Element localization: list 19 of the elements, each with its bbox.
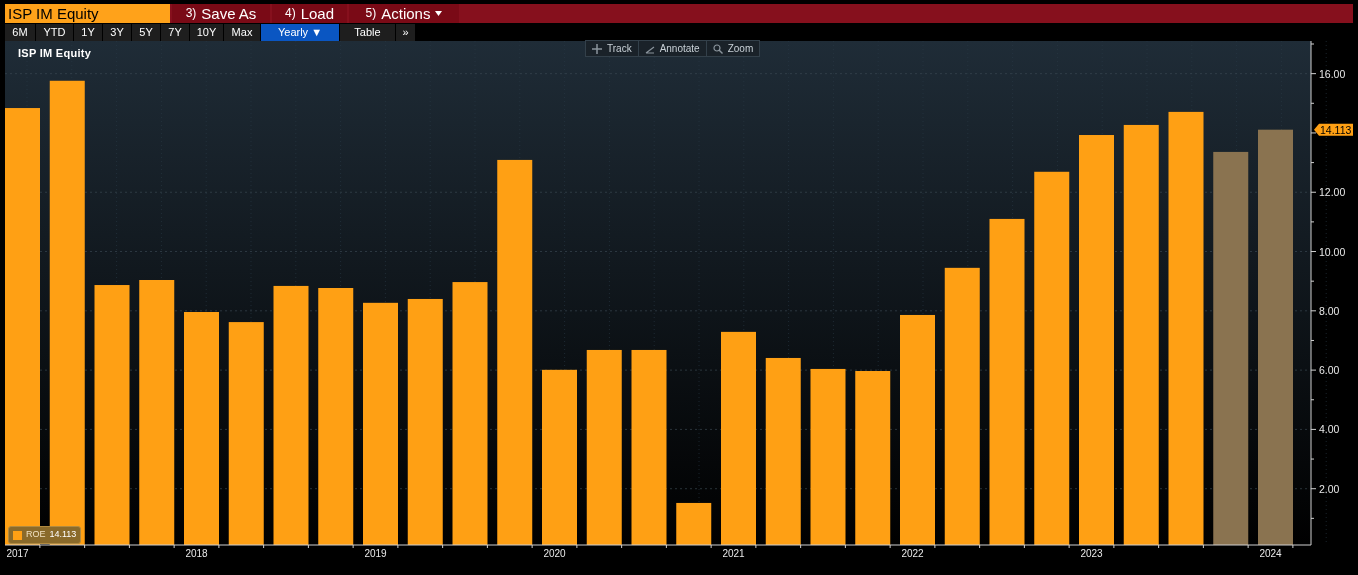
x-tick-label: 2021 xyxy=(722,548,745,559)
y-tick-label: 6.00 xyxy=(1319,364,1340,377)
y-tick-label: 10.00 xyxy=(1319,245,1346,258)
x-tick-label: 2018 xyxy=(185,548,208,559)
x-tick-label: 2024 xyxy=(1259,548,1282,559)
legend-label: ROE xyxy=(26,528,46,542)
x-tick-label: 2019 xyxy=(364,548,387,559)
y-tick-label: 16.00 xyxy=(1319,67,1346,80)
last-value-tag: 14.113 xyxy=(1314,123,1353,136)
x-tick-label: 2022 xyxy=(901,548,924,559)
y-tick-label: 4.00 xyxy=(1319,423,1340,436)
x-tick-label: 2017 xyxy=(6,548,29,559)
legend-value: 14.113 xyxy=(49,528,77,542)
y-tick-label: 12.00 xyxy=(1319,186,1346,199)
x-tick-label: 2020 xyxy=(543,548,566,559)
x-tick-label: 2023 xyxy=(1080,548,1103,559)
y-tick-label: 2.00 xyxy=(1319,482,1340,495)
y-tick-label: 8.00 xyxy=(1319,304,1340,317)
chart-title: ISP IM Equity xyxy=(18,46,92,61)
